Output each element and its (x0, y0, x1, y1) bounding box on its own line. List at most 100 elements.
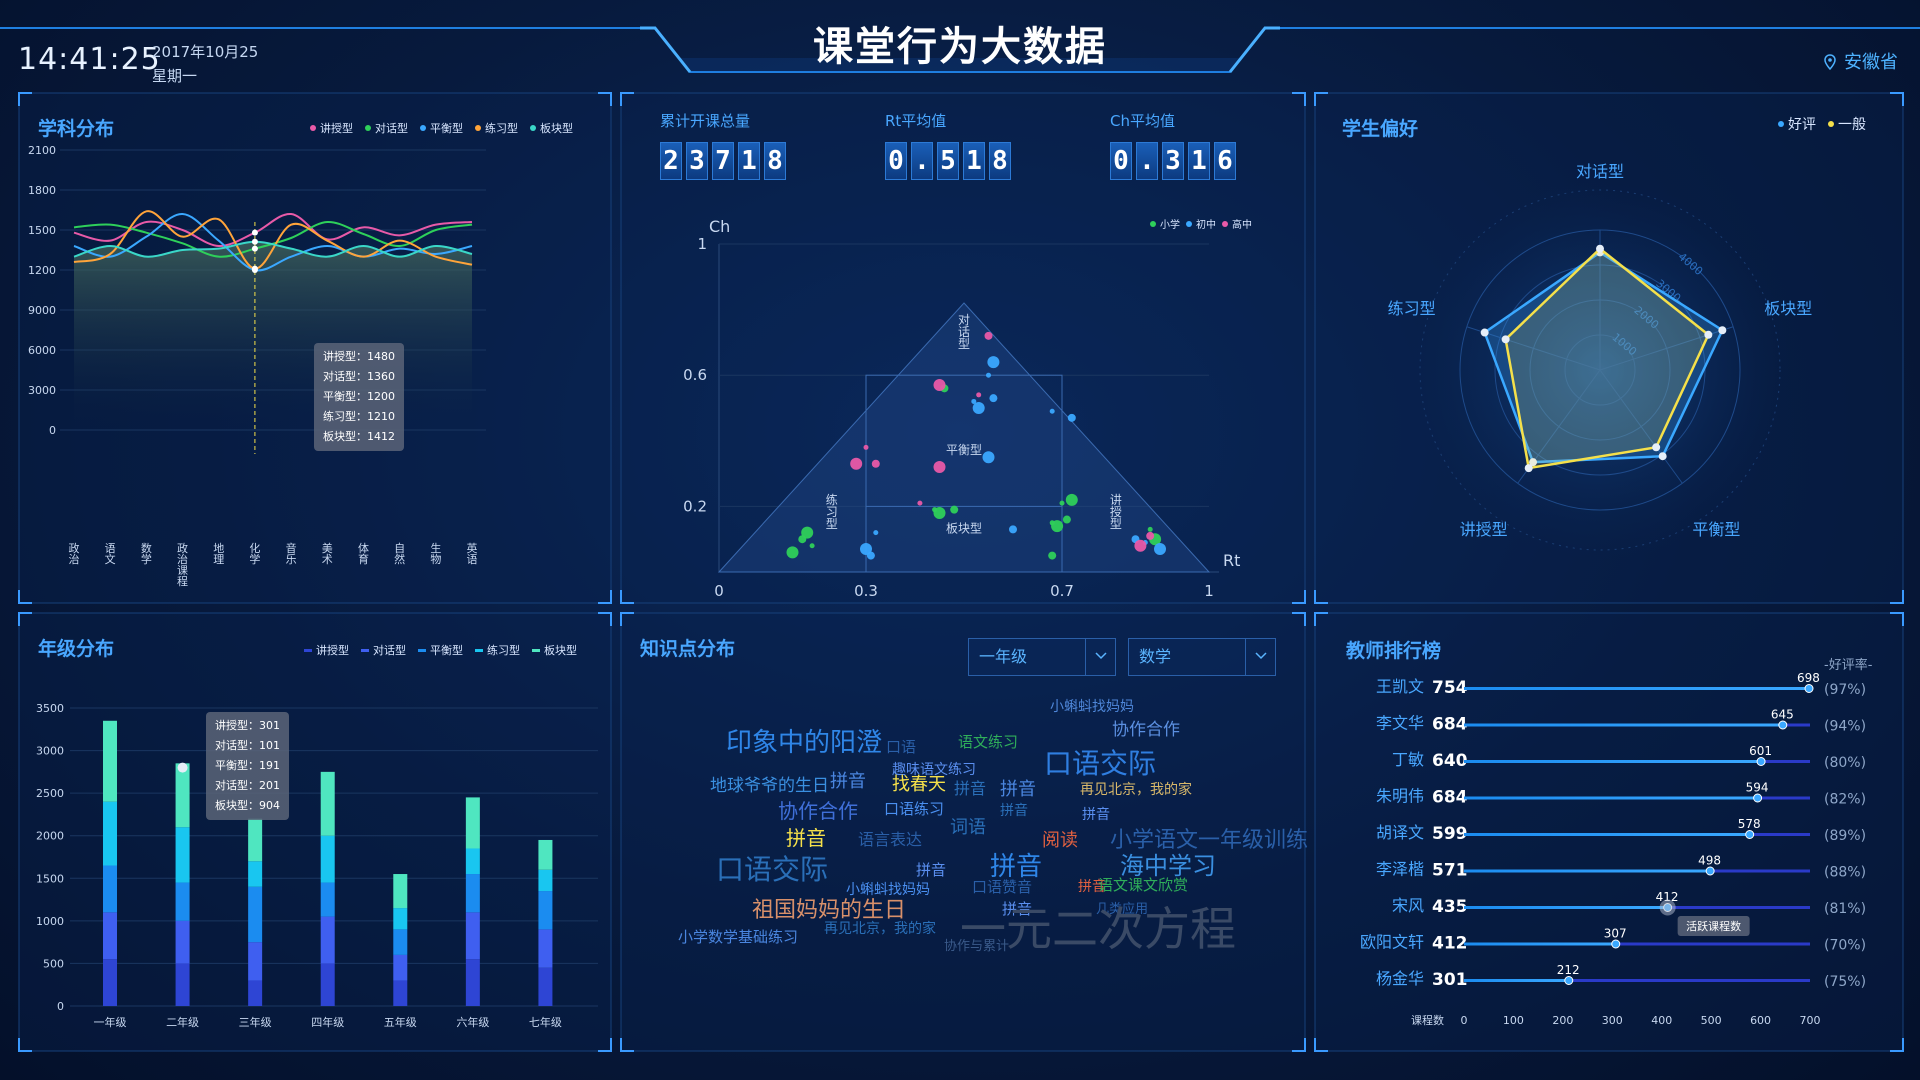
teacher-name: 宋风 (1392, 896, 1424, 915)
bar-segment (248, 886, 263, 943)
scatter-point (866, 551, 875, 560)
word-cloud-item[interactable]: 找春天 (892, 776, 946, 794)
word-cloud-item[interactable]: 小蝌蚪找妈妈 (1050, 700, 1134, 714)
scatter-point (1146, 531, 1155, 540)
bar-segment (465, 912, 480, 960)
center-panel: 累计开课总量 2 3 7 1 8 Rt平均值 0 . 5 1 8 Ch平均值 0… (620, 92, 1306, 604)
word-cloud-item[interactable]: 口语交际 (716, 856, 828, 884)
radar-point (1658, 452, 1667, 461)
word-cloud-item[interactable]: 拼音 (1082, 808, 1110, 822)
y-tick-label: 0.2 (683, 497, 707, 515)
scatter-point (986, 372, 991, 378)
bar-segment (465, 959, 480, 1006)
word-cloud-item[interactable]: 语文课文欣赏 (1098, 878, 1188, 893)
scatter-point (950, 505, 959, 514)
y-tick-label: 2500 (36, 787, 64, 800)
word-cloud-item[interactable]: 小学语文一年级训练 (1110, 830, 1308, 852)
word-cloud-item[interactable]: 祖国妈妈的生日 (752, 900, 906, 922)
knowledge-panel: 知识点分布 一年级 数学 小蝌蚪找妈妈 印象中的阳澄 口语 语文练习 协作合作 趣味语文练… (620, 612, 1308, 1052)
x-tick-label: 0 (714, 582, 724, 600)
word-cloud-item[interactable]: 拼音 (916, 863, 946, 878)
subject-tooltip: 讲授型：1480 对话型：1360 平衡型：1200 练习型：1210 板块型：… (314, 343, 404, 451)
word-cloud-item[interactable]: 协作合作 (778, 801, 858, 821)
x-tick-char: 理 (213, 553, 224, 566)
tooltip-line: 讲授型：1480 (323, 350, 395, 363)
hover-point (251, 229, 258, 236)
location-text: 安徽省 (1844, 52, 1898, 73)
teacher-name: 李泽楷 (1376, 860, 1424, 879)
word-cloud-item[interactable]: 协作与累计 (944, 940, 1009, 953)
x-tick-label: 政治课程 (177, 541, 188, 588)
word-cloud-item[interactable]: 拼音 (1000, 804, 1028, 818)
scatter-point (933, 461, 946, 474)
x-tick-label: 一年级 (94, 1015, 127, 1029)
bar-segment (248, 942, 263, 981)
word-cloud-item[interactable]: 小学数学基础练习 (678, 930, 798, 945)
word-cloud-item[interactable]: 拼音 (830, 773, 866, 791)
y-tick-label: 3500 (36, 702, 64, 715)
word-cloud-item[interactable]: 口语练习 (884, 802, 944, 817)
bar-segment (320, 771, 335, 836)
y-tick-label: 6000 (28, 344, 56, 357)
region-label: 平衡型 (946, 443, 982, 457)
subject-panel: 学科分布 讲授型 对话型 平衡型 练习型 板块型 0 3000 6000 9000 12… (18, 92, 612, 604)
word-cloud-item[interactable]: 小蝌蚪找妈妈 (846, 883, 930, 897)
word-cloud-item[interactable]: 再见北京，我的家 (1080, 783, 1192, 797)
scatter-point (987, 356, 1000, 369)
word-cloud-item[interactable]: 阅读 (1042, 832, 1078, 850)
word-cloud-item[interactable]: 口语交际 (1044, 750, 1156, 778)
tooltip-line: 讲授型：301 (215, 719, 280, 732)
page-title: 课堂行为大数据 (813, 24, 1107, 70)
scatter-point (1065, 493, 1078, 506)
word-cloud-item[interactable]: 口语赞音 (972, 880, 1032, 895)
rank-value-label: 307 (1604, 927, 1627, 941)
grade-panel: 年级分布 讲授型 对话型 平衡型 练习型 板块型 0 500 1000 1500 200… (18, 612, 612, 1052)
word-cloud-item[interactable]: 拼音 (786, 828, 826, 848)
word-cloud-item[interactable]: 语言表达 (858, 832, 922, 848)
word-cloud-item[interactable]: 再见北京，我的家 (824, 922, 936, 936)
teacher-score: 754 (1432, 678, 1468, 698)
word-cloud-item[interactable]: 海中学习 (1120, 854, 1216, 878)
x-tick-label: 500 (1701, 1014, 1722, 1027)
bar-segment (393, 908, 408, 930)
scatter-point (1009, 525, 1017, 534)
word-cloud-item[interactable]: 口语 (886, 740, 916, 755)
scatter-point (933, 506, 946, 519)
bar-segment (538, 891, 553, 930)
rank-bar (1464, 687, 1810, 690)
scatter-point (933, 379, 946, 392)
ranking-panel: 教师排行榜 -好评率- 王凯文 754 698 (97%) 李文华 684 645 (94%)… (1314, 612, 1904, 1052)
word-cloud-item[interactable]: 拼音 (954, 781, 986, 797)
y-tick-label: 1800 (28, 184, 56, 197)
y-tick-label: 2100 (28, 144, 56, 157)
x-tick-label: 语文 (105, 542, 116, 566)
radar-axis-label: 练习型 (1388, 299, 1436, 318)
bar-segment (103, 720, 117, 802)
grade-bar-chart: 0 500 1000 1500 2000 2500 3000 3500 一年级 二年级 三年级 四年级… (36, 702, 598, 1029)
bar-segment (393, 929, 408, 955)
x-tick-label: 音乐 (286, 541, 297, 566)
bar-segment (320, 916, 335, 964)
word-cloud-item[interactable]: 语文练习 (958, 735, 1018, 750)
word-cloud-item[interactable]: 词语 (950, 819, 986, 837)
word-cloud-item[interactable]: 协作合作 (1112, 722, 1180, 739)
scatter-point (786, 546, 799, 559)
x-tick-label: 地理 (213, 542, 224, 566)
teacher-score: 684 (1432, 715, 1468, 735)
word-cloud-item[interactable]: 拼音 (1000, 781, 1036, 799)
scatter-point (1059, 500, 1065, 506)
word-cloud-item[interactable]: 地球爷爷的生日 (710, 778, 829, 795)
rt-ch-triangle-chart: 10.60.20 0.3 0.7 1ChRt对话型平衡型练习型 板块型讲授型 (683, 217, 1240, 600)
teacher-name: 朱明伟 (1376, 787, 1424, 806)
x-tick-label: 400 (1651, 1014, 1672, 1027)
location[interactable]: 安徽省 (1824, 48, 1898, 74)
word-cloud-item[interactable]: 拼音 (990, 854, 1042, 880)
hover-point (251, 265, 258, 272)
bar-segment (175, 920, 190, 964)
rank-bar (1464, 942, 1616, 946)
hover-point (251, 238, 258, 245)
bar-segment (465, 874, 480, 913)
ranking-bar-chart: 王凯文 754 698 (97%) 李文华 684 645 (94%) 丁敏 640 601 (80%… (1360, 671, 1866, 1027)
word-cloud-item[interactable]: 印象中的阳澄 (726, 730, 882, 756)
scatter-point (917, 500, 923, 506)
